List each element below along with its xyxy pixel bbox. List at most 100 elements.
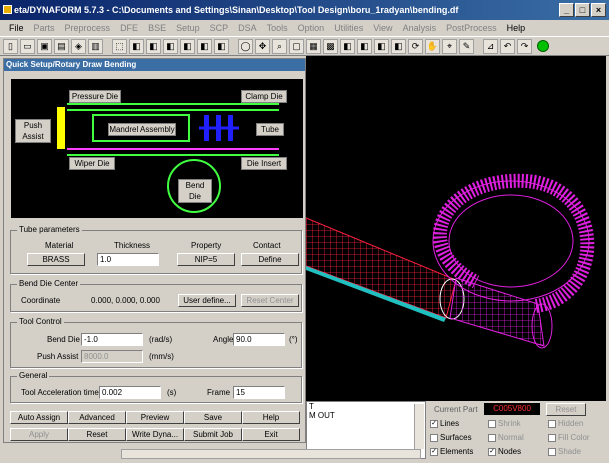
reset-center-button[interactable]: Reset Center	[241, 294, 299, 307]
pen-icon[interactable]: ✎	[459, 38, 474, 54]
push-assist-label[interactable]: Push Assist	[15, 119, 51, 143]
nodes-checkbox[interactable]: ✓ Nodes	[488, 447, 521, 456]
frame-input[interactable]: 15	[233, 386, 285, 399]
new-file-icon[interactable]: ▯	[3, 38, 18, 54]
menu-dsa[interactable]: DSA	[233, 23, 262, 33]
push-assist-speed-input[interactable]: 8000.0	[81, 350, 143, 363]
cube-2-icon[interactable]: ◧	[146, 38, 161, 54]
current-part-reset-button[interactable]: Reset	[546, 403, 586, 416]
measure-icon[interactable]: ⌖	[442, 38, 457, 54]
cube-4-icon[interactable]: ◧	[180, 38, 195, 54]
window-select-icon[interactable]: ▦	[306, 38, 321, 54]
bend-die-speed-input[interactable]: -1.0	[81, 333, 143, 346]
minimize-button[interactable]: _	[559, 3, 574, 17]
cube-5-icon[interactable]: ◧	[197, 38, 212, 54]
angle-unit: (°)	[289, 335, 298, 344]
property-button[interactable]: NIP=5	[177, 253, 235, 266]
surfaces-checkbox[interactable]: Surfaces	[430, 433, 472, 442]
maximize-button[interactable]: □	[575, 3, 590, 17]
circle-select-icon[interactable]: ◯	[238, 38, 253, 54]
tool-acceleration-input[interactable]: 0.002	[99, 386, 161, 399]
undo-icon[interactable]: ↶	[500, 38, 515, 54]
thickness-input[interactable]: 1.0	[97, 253, 159, 266]
cube-3-icon[interactable]: ◧	[163, 38, 178, 54]
clamp-die-label[interactable]: Clamp Die	[241, 90, 287, 103]
shade-checkbox[interactable]: Shade	[548, 447, 581, 456]
cube-10-icon[interactable]: ◧	[391, 38, 406, 54]
ruler-icon[interactable]: ⊿	[483, 38, 498, 54]
menu-option[interactable]: Option	[293, 23, 330, 33]
write-dyna-button[interactable]: Write Dyna...	[126, 428, 184, 441]
redo-icon[interactable]: ↷	[517, 38, 532, 54]
die-insert-label[interactable]: Die Insert	[241, 157, 287, 170]
tube-label[interactable]: Tube	[256, 123, 284, 136]
zoom-icon[interactable]: ⌕	[272, 38, 287, 54]
contact-define-button[interactable]: Define	[241, 253, 299, 266]
save-disk-icon[interactable]: ▣	[37, 38, 52, 54]
graphics-viewport[interactable]	[306, 56, 606, 401]
mandrel-assembly-label[interactable]: Mandrel Assembly	[108, 123, 176, 136]
exit-button[interactable]: Exit	[242, 428, 300, 441]
bend-die-label[interactable]: Bend Die	[178, 179, 212, 203]
hidden-checkbox[interactable]: Hidden	[548, 419, 583, 428]
move-arrows-icon[interactable]: ✥	[255, 38, 270, 54]
angle-input[interactable]: 90.0	[233, 333, 285, 346]
menu-setup[interactable]: Setup	[171, 23, 205, 33]
menu-preprocess[interactable]: Preprocess	[60, 23, 116, 33]
console-scrollbar[interactable]	[414, 404, 424, 449]
menu-file[interactable]: File	[4, 23, 29, 33]
open-folder-icon[interactable]: ▭	[20, 38, 35, 54]
current-part-label: Current Part	[434, 405, 478, 414]
reset-button[interactable]: Reset	[68, 428, 126, 441]
angle-label: Angle	[213, 335, 234, 344]
shrink-checkbox[interactable]: Shrink	[488, 419, 521, 428]
model-box-icon[interactable]: ⬚	[112, 38, 127, 54]
print-icon[interactable]: ▤	[54, 38, 69, 54]
frame-icon[interactable]: ▢	[289, 38, 304, 54]
preview-button[interactable]: Preview	[126, 411, 184, 424]
lines-checkbox[interactable]: ✓ Lines	[430, 419, 459, 428]
menu-utilities[interactable]: Utilities	[329, 23, 368, 33]
preview-icon[interactable]: ▥	[88, 38, 103, 54]
normal-checkbox[interactable]: Normal	[488, 433, 524, 442]
cube-7-icon[interactable]: ◧	[340, 38, 355, 54]
auto-assign-button[interactable]: Auto Assign	[10, 411, 68, 424]
user-define-button[interactable]: User define...	[178, 294, 236, 307]
thickness-label: Thickness	[114, 241, 151, 250]
apply-button[interactable]: Apply	[10, 428, 68, 441]
save-button[interactable]: Save	[184, 411, 242, 424]
close-button[interactable]: ×	[591, 3, 606, 17]
help-button[interactable]: Help	[242, 411, 300, 424]
material-button[interactable]: BRASS	[27, 253, 85, 266]
fill-color-checkbox[interactable]: Fill Color	[548, 433, 590, 442]
wiper-die-label[interactable]: Wiper Die	[69, 157, 115, 170]
current-part-value[interactable]: C005V800	[484, 403, 540, 415]
menu-tools[interactable]: Tools	[262, 23, 293, 33]
horizontal-scrollbar[interactable]	[121, 449, 421, 459]
advanced-button[interactable]: Advanced	[68, 411, 126, 424]
menu-view[interactable]: View	[368, 23, 397, 33]
cube-6-icon[interactable]: ◧	[214, 38, 229, 54]
menu-help[interactable]: Help	[502, 23, 531, 33]
cube-8-icon[interactable]: ◧	[357, 38, 372, 54]
part-box-icon[interactable]: ◈	[71, 38, 86, 54]
window-title-bar: eta/DYNAFORM 5.7.3 - C:\Documents and Se…	[0, 0, 609, 20]
pan-view-icon[interactable]: ✋	[425, 38, 440, 54]
elements-checkbox[interactable]: ✓ Elements	[430, 447, 473, 456]
display-icon[interactable]: ▩	[323, 38, 338, 54]
menu-postprocess[interactable]: PostProcess	[441, 23, 502, 33]
coordinate-value: 0.000, 0.000, 0.000	[91, 296, 160, 305]
menu-scp[interactable]: SCP	[205, 23, 234, 33]
pressure-die-label[interactable]: Pressure Die	[69, 90, 121, 103]
cube-9-icon[interactable]: ◧	[374, 38, 389, 54]
menu-dfe[interactable]: DFE	[115, 23, 143, 33]
menu-bse[interactable]: BSE	[143, 23, 171, 33]
menu-parts[interactable]: Parts	[29, 23, 60, 33]
display-options-panel: Current Part C005V800 Reset ✓ Lines Shrin…	[426, 401, 606, 459]
push-assist-bar	[57, 107, 65, 149]
menu-analysis[interactable]: Analysis	[398, 23, 442, 33]
rotate-view-icon[interactable]: ⟳	[408, 38, 423, 54]
submit-job-button[interactable]: Submit Job	[184, 428, 242, 441]
console-line: T	[309, 402, 314, 411]
cube-1-icon[interactable]: ◧	[129, 38, 144, 54]
